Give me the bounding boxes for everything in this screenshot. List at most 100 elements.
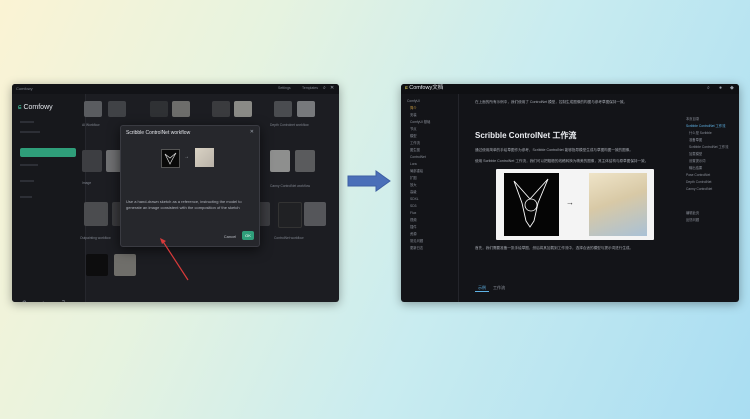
nav-item[interactable]: 更新日志 [410,246,423,250]
toc-title: 本页目录 [686,117,700,121]
nav-item[interactable]: 资源 [410,232,417,236]
nav-item[interactable]: 简介 [410,106,417,110]
card-thumb[interactable] [114,254,136,276]
docs-topbar: ɕ Comfowy文档 ⌕ ● ◆ [401,84,739,94]
docs-sidebar: ComfyUI 简介 安装 ComfyUI 基础 节点 模型 工作流 图生图 C… [401,94,459,302]
card-label: Canny ControlNet workflow [270,184,310,188]
arrow-icon: → [184,154,189,160]
close-icon[interactable]: ✕ [330,86,334,91]
transition-arrow [347,170,391,192]
card-thumb[interactable] [172,101,190,117]
nav-item[interactable]: ComfyUI 基础 [410,120,430,124]
github-icon[interactable]: ● [719,86,722,91]
logo-icon: ɕ [405,85,408,91]
cancel-button[interactable]: Cancel [220,233,240,240]
sketch-input-image [504,173,559,236]
example-image-panel: → [496,169,654,240]
card-thumb[interactable] [297,101,315,117]
discord-icon[interactable]: ◆ [730,86,734,91]
sidebar-item-2[interactable] [20,131,40,133]
dialog-title: Scribble ControlNet workflow [126,130,191,136]
nav-item[interactable]: 局部重绘 [410,169,423,173]
section-heading: Scribble ControlNet 工作流 [475,131,577,140]
docs-window: ɕ Comfowy文档 ⌕ ● ◆ ComfyUI 简介 安装 ComfyUI … [401,84,739,302]
card-thumb[interactable] [304,202,326,226]
card-thumb[interactable] [108,101,126,117]
toc-item[interactable]: Scribble ControlNet 工作流 [686,124,725,128]
card-thumb[interactable] [86,254,108,276]
window-titlebar: Comfowy Settings Templates ⌕ ✕ [12,84,339,94]
toc-item[interactable]: Scribble ControlNet 工作流 [689,145,728,149]
sidebar-item-active[interactable] [20,148,76,157]
toc-item[interactable]: 加载模型 [689,152,702,156]
sidebar-item-5[interactable] [20,196,32,198]
card-thumb[interactable] [270,150,290,172]
nav-item[interactable]: 图生图 [410,148,420,152]
nav-item[interactable]: Lora [410,162,417,166]
generated-output-image [589,173,647,236]
ok-button[interactable]: OK [242,231,254,240]
nav-item[interactable]: SDXL [410,197,419,201]
card-thumb[interactable] [150,101,168,117]
nav-item[interactable]: ComfyUI [407,99,420,103]
help-icon[interactable]: ? [62,301,65,303]
settings-icon[interactable]: ⚙ [22,301,26,303]
comfowy-app-window: Comfowy Settings Templates ⌕ ✕ ɕ Comfowy… [12,84,339,302]
nav-item[interactable]: 高级 [410,190,417,194]
card-thumb[interactable] [82,150,102,172]
sidebar-item-4[interactable] [20,180,34,182]
user-icon[interactable]: ◐ [42,301,45,303]
card-thumb[interactable] [274,101,292,117]
nav-item[interactable]: ControlNet [410,155,426,159]
intro-paragraph: 在上面的所有示例中，我们使用了 ControlNet 模型，控制生成图像的构图与… [475,100,628,104]
card-thumb[interactable] [212,101,230,117]
card-label: AI Workflow [82,123,100,127]
card-thumb[interactable] [84,101,102,117]
nav-item[interactable]: 节点 [410,127,417,131]
docs-brand-badge: 文档 [432,85,444,91]
card-thumb[interactable] [278,202,302,228]
nav-item[interactable]: 放大 [410,183,417,187]
toc-item[interactable]: Pose ControlNet [686,173,710,177]
tab-example[interactable]: 示例 [478,286,486,290]
edit-page-link[interactable]: 编辑此页 [686,211,699,215]
tab-workflow[interactable]: 工作流 [493,286,505,290]
dialog-description: Use a hand-drawn sketch as a reference, … [126,199,242,210]
pointer-arrow-annotation [160,238,189,281]
card-thumb[interactable] [84,202,108,226]
card-label: ControlNet workflow [274,236,304,240]
table-of-contents: 本页目录 Scribble ControlNet 工作流 什么是 Scribbl… [683,94,739,302]
nav-item[interactable]: Flux [410,211,416,215]
toc-item[interactable]: Canny ControlNet [686,187,712,191]
paragraph-3: 首先，我们需要准备一张手绘草图，然后将其加载到工作流中，选择合适的模型与提示词进… [475,246,634,250]
toc-item[interactable]: 输出结果 [689,166,702,170]
toc-item[interactable]: 准备草图 [689,138,702,142]
titlebar-templates[interactable]: Templates [302,86,318,91]
toc-item[interactable]: 设置提示词 [689,159,705,163]
result-preview-image [195,148,214,167]
sidebar-item-3[interactable] [20,164,38,166]
nav-item[interactable]: 扩图 [410,176,417,180]
nav-item[interactable]: 视频 [410,218,417,222]
feedback-link[interactable]: 反馈问题 [686,218,699,222]
toc-item[interactable]: 什么是 Scribble [689,131,712,135]
card-thumb[interactable] [234,101,252,117]
nav-item[interactable]: 常见问题 [410,239,423,243]
card-label: Outpainting workflow [80,236,111,240]
docs-brand: ɕ Comfowy文档 [405,85,444,92]
docs-brand-name: Comfowy [409,85,433,91]
close-icon[interactable]: ✕ [250,130,254,135]
sidebar: ɕ Comfowy ⚙ ◐ ? [12,94,86,302]
toc-item[interactable]: Depth ControlNet [686,180,711,184]
tab-indicator [475,291,489,292]
card-thumb[interactable] [295,150,315,172]
titlebar-settings[interactable]: Settings [278,86,291,91]
nav-item[interactable]: 插件 [410,225,417,229]
nav-item[interactable]: 模型 [410,134,417,138]
search-icon[interactable]: ⌕ [323,86,326,91]
search-icon[interactable]: ⌕ [707,86,710,91]
sidebar-item-1[interactable] [20,121,34,123]
nav-item[interactable]: 工作流 [410,141,420,145]
nav-item[interactable]: SD3 [410,204,416,208]
nav-item[interactable]: 安装 [410,113,417,117]
